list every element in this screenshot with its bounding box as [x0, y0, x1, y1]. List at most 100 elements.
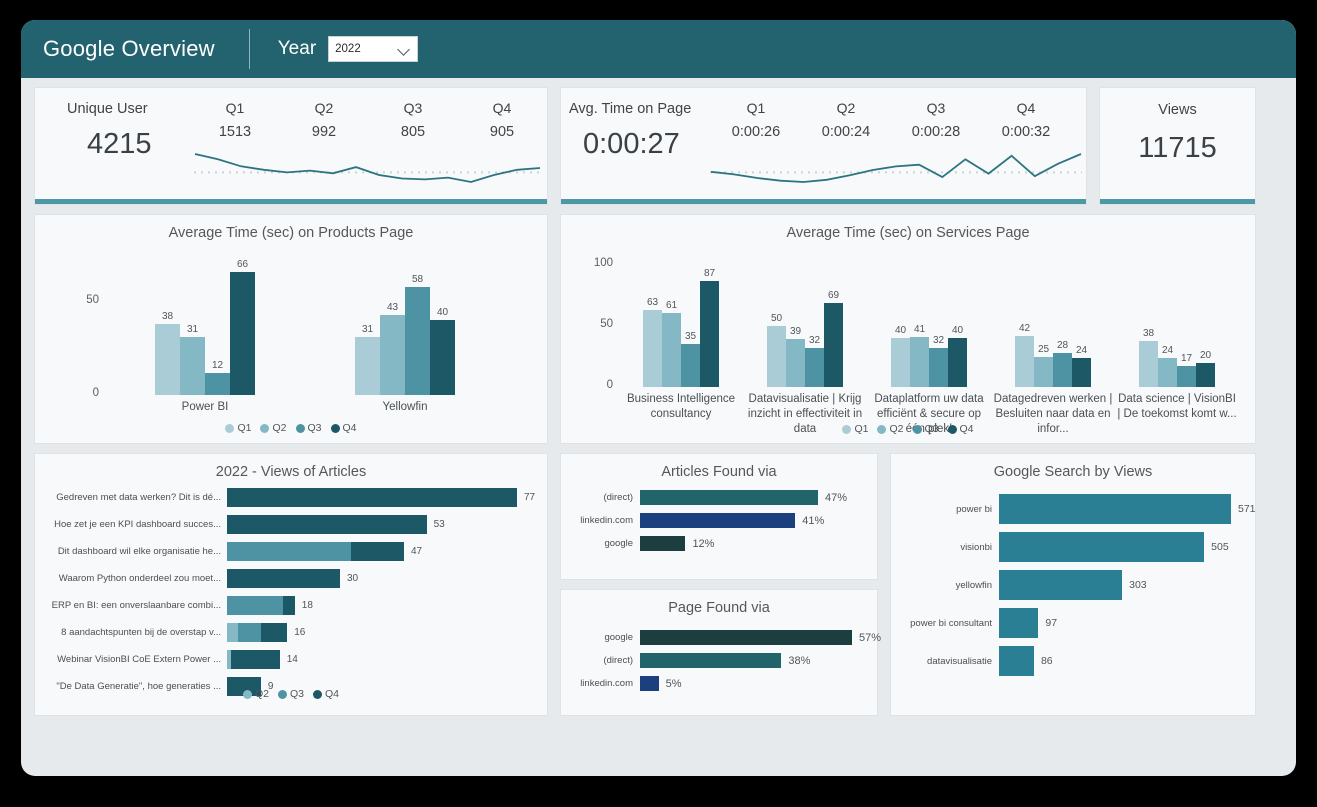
kpi-unique-user-quarter-header: Q4 [492, 100, 512, 116]
chart-card-page-found-via[interactable]: Page Found via google 57% (direct) 38% linke… [560, 589, 881, 716]
views-of-articles-legend-swatch [277, 689, 287, 699]
chart-plot-views-of-articles: Gedreven met data werken? Dit is dé... 77… [35, 480, 547, 709]
article-bar-value: 18 [301, 600, 313, 611]
kpi-unique-user-quarter-header: Q1 [225, 100, 245, 116]
services-page-bar-value: 69 [827, 289, 840, 301]
services-page-bar [824, 302, 843, 387]
article-bar [227, 569, 340, 588]
products-page-legend-item[interactable]: Q2 [260, 422, 287, 434]
products-page-legend-item[interactable]: Q3 [295, 422, 322, 434]
kpi-unique-user-label: Unique User [67, 101, 148, 117]
kpi-avg-time-label: Avg. Time on Page [569, 101, 692, 117]
article-bar-value: 30 [346, 573, 359, 584]
products-page-legend-swatch [260, 423, 270, 433]
services-page-category-label: Data science | VisionBI | De toekomst ko… [1117, 393, 1237, 420]
kpi-unique-user-content: Unique User 4215 Q1 1513 Q2 992 Q3 805 Q4 905 [35, 88, 547, 199]
products-page-legend-label: Q2 [272, 422, 287, 434]
page-found-via-bar-fill [640, 653, 782, 668]
kpi-avg-time-quarter-value: 0:00:32 [1001, 124, 1051, 140]
article-label: ERP en BI: een onverslaanbare combi... [51, 600, 221, 611]
services-page-category-label: Business Intelligence consultancy [626, 393, 736, 420]
services-page-y-tick: 0 [606, 379, 613, 391]
articles-found-via-bar-fill [640, 513, 796, 528]
google-search-by-views-bar-value: 505 [1211, 541, 1229, 553]
views-of-articles-legend-label: Q2 [254, 688, 269, 700]
views-of-articles-legend-item[interactable]: Q3 [277, 688, 304, 700]
services-page-legend-item[interactable]: Q3 [912, 423, 939, 435]
page-found-via-bar-fill [640, 630, 852, 645]
products-page-bar-value: 40 [436, 307, 449, 319]
page-found-via-bar [640, 630, 852, 645]
services-page-legend: Q1 Q2 Q3 Q4 [561, 423, 1255, 435]
kpi-card-views[interactable]: Views 11715 [1099, 87, 1256, 205]
article-bar-segment [227, 623, 239, 642]
views-of-articles-legend-label: Q4 [325, 688, 340, 700]
chart-card-articles-found-via[interactable]: Articles Found via (direct) 47% linkedin.c… [560, 453, 878, 580]
kpi-unique-user-value: 4215 [87, 128, 152, 160]
page-found-via-bar [640, 676, 659, 691]
articles-found-via-category-label: (direct) [603, 492, 633, 503]
article-label: Webinar VisionBI CoE Extern Power ... [57, 654, 221, 665]
article-bar [227, 596, 295, 615]
services-page-legend-item[interactable]: Q2 [877, 423, 904, 435]
article-bar-value: 53 [433, 519, 445, 530]
products-page-bar [230, 271, 255, 395]
services-page-bar-value: 24 [1075, 344, 1088, 356]
chart-plot-products-page: 0 50 38 31 12 66 Power BI 31 43 58 40 Yellowfin Q1 Q2… [35, 241, 547, 437]
kpi-accent-bar [1100, 199, 1255, 204]
kpi-card-unique-user[interactable]: Unique User 4215 Q1 1513 Q2 992 Q3 805 Q4 905 [34, 87, 548, 205]
views-of-articles-legend-swatch [242, 689, 252, 699]
chart-card-services-page[interactable]: Average Time (sec) on Services Page 0 50 1… [560, 214, 1256, 444]
services-page-bar [891, 338, 910, 387]
products-page-legend-swatch [330, 423, 340, 433]
services-page-legend-label: Q3 [924, 423, 939, 435]
articles-found-via-category-label: google [604, 538, 633, 549]
services-page-legend-swatch [842, 424, 852, 434]
views-of-articles-legend-item[interactable]: Q2 [242, 688, 269, 700]
google-search-by-views-bar [999, 608, 1039, 638]
article-bar-segment [227, 596, 284, 615]
list-item: google 57% [567, 630, 881, 645]
products-page-bar [430, 320, 455, 395]
chart-card-views-of-articles[interactable]: 2022 - Views of Articles Gedreven met da… [34, 453, 548, 716]
products-page-bar [405, 286, 430, 395]
article-label: 8 aandachtspunten bij de overstap v... [61, 627, 221, 638]
services-page-bar [1034, 356, 1053, 387]
google-search-by-views-bar [999, 532, 1205, 562]
google-search-by-views-bar-fill [999, 532, 1205, 562]
dashboard-body: Unique User 4215 Q1 1513 Q2 992 Q3 805 Q4 905 Avg… [21, 78, 1296, 716]
google-search-by-views-category-label: visionbi [960, 541, 992, 553]
article-label: Hoe zet je een KPI dashboard succes... [54, 519, 221, 530]
chart-card-google-search-by-views[interactable]: Google Search by Views power bi 571 vision… [890, 453, 1256, 716]
views-of-articles-legend-item[interactable]: Q4 [313, 688, 339, 700]
list-item: 8 aandachtspunten bij de overstap v... 16 [41, 623, 553, 642]
list-item: Dit dashboard wil elke organisatie he...… [41, 542, 553, 561]
kpi-card-avg-time[interactable]: Avg. Time on Page 0:00:27 Q1 0:00:26 Q2 0:00:… [560, 87, 1087, 205]
google-search-by-views-bar-value: 303 [1129, 579, 1147, 591]
article-bar-segment [227, 542, 352, 561]
products-page-legend-swatch [225, 423, 235, 433]
kpi-row: Unique User 4215 Q1 1513 Q2 992 Q3 805 Q4 905 Avg… [34, 87, 1283, 205]
products-page-legend-item[interactable]: Q4 [330, 422, 357, 434]
services-page-legend-label: Q4 [959, 423, 974, 435]
products-page-legend-item[interactable]: Q1 [225, 422, 251, 434]
page-found-via-bar [640, 653, 782, 668]
chart-card-products-page[interactable]: Average Time (sec) on Products Page 0 50 3… [34, 214, 548, 444]
products-page-bar-value: 66 [236, 258, 249, 270]
year-select[interactable]: 2022 [328, 36, 419, 62]
services-page-legend-item[interactable]: Q4 [947, 423, 974, 435]
list-item: visionbi 505 [897, 532, 1229, 562]
services-page-bar [929, 348, 948, 387]
article-bar-segment [283, 596, 295, 615]
list-item: Hoe zet je een KPI dashboard succes... 53 [41, 515, 553, 534]
list-item: linkedin.com 41% [567, 513, 824, 528]
kpi-avg-time-quarter-header: Q4 [1016, 100, 1036, 116]
services-page-legend-item[interactable]: Q1 [842, 423, 868, 435]
page-found-via-category-label: google [604, 632, 633, 643]
products-page-legend-label: Q4 [342, 422, 357, 434]
google-search-by-views-category-label: datavisualisatie [927, 655, 992, 667]
articles-found-via-bar-value: 12% [692, 537, 715, 550]
article-bar-value: 14 [286, 654, 298, 665]
page-found-via-bar-value: 5% [665, 677, 682, 690]
chart-title-page-found-via: Page Found via [668, 600, 770, 616]
